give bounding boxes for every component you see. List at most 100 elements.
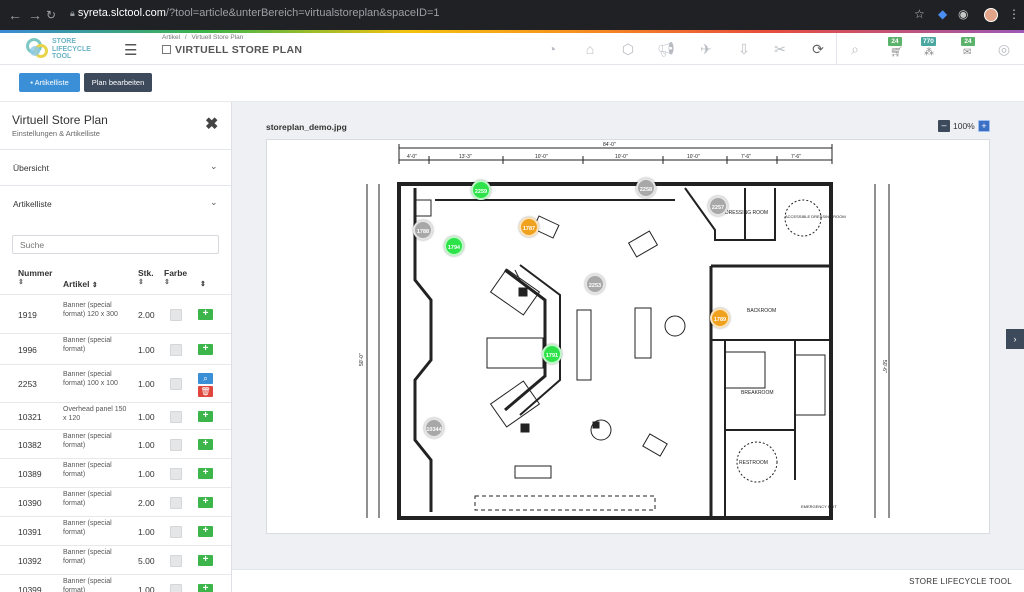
back-icon[interactable]: ←: [8, 7, 22, 23]
add-button[interactable]: +: [198, 584, 213, 592]
extension-icon[interactable]: ◉: [958, 7, 968, 21]
table-row[interactable]: 10391 Banner (special format) 1.00 +: [0, 516, 231, 545]
add-button[interactable]: +: [198, 497, 213, 508]
expand-panel-button[interactable]: ›: [1006, 329, 1024, 349]
bookmark-star-icon[interactable]: ☆: [914, 7, 925, 21]
row-color-swatch[interactable]: [170, 309, 182, 321]
profile-avatar[interactable]: [984, 8, 998, 22]
address-bar[interactable]: 🔒︎ syreta.slctool.com/?tool=article&unte…: [70, 7, 440, 19]
row-color-swatch[interactable]: [170, 526, 182, 538]
url-path: /?tool=article&unterBereich=virtualstore…: [165, 7, 440, 19]
plan-marker[interactable]: 2253: [585, 274, 605, 294]
row-color-swatch[interactable]: [170, 468, 182, 480]
row-color-swatch[interactable]: [170, 439, 182, 451]
table-row[interactable]: 10389 Banner (special format) 1.00 +: [0, 458, 231, 487]
reload-icon[interactable]: ↻: [46, 8, 56, 22]
add-button[interactable]: +: [198, 439, 213, 450]
add-button[interactable]: +: [198, 309, 213, 320]
sort-icon: ⇕: [138, 279, 144, 286]
breadcrumb-parent[interactable]: Artikel: [162, 34, 180, 41]
table-row[interactable]: 10321 Overhead panel 150 x 120 1.00 +: [0, 402, 231, 429]
dim-1: 4'-0": [407, 154, 417, 160]
search-input[interactable]: [12, 235, 219, 254]
add-button[interactable]: +: [198, 344, 213, 355]
table-row[interactable]: 2253 Banner (special format) 100 x 100 1.0…: [0, 364, 231, 402]
plan-marker[interactable]: 2259: [471, 180, 491, 200]
row-color-swatch[interactable]: [170, 584, 182, 592]
table-row[interactable]: 1996 Banner (special format) 1.00 +: [0, 333, 231, 364]
dashboard-icon[interactable]: ◔: [542, 39, 562, 59]
dim-right: 50'-6": [881, 360, 887, 373]
sync-icon[interactable]: ⟳: [808, 39, 828, 59]
row-number: 1919: [18, 310, 37, 320]
plan-marker[interactable]: 1789: [710, 308, 730, 328]
help-icon[interactable]: ◎: [994, 39, 1014, 59]
add-button[interactable]: +: [198, 468, 213, 479]
column-actions[interactable]: ⇕: [200, 278, 206, 290]
plan-marker[interactable]: 2257: [708, 196, 728, 216]
label-accessible-dressing: ACCESSIBLE DRESSING ROOM: [785, 214, 846, 219]
table-row[interactable]: 10392 Banner (special format) 5.00 +: [0, 545, 231, 574]
home-icon[interactable]: ⌂: [580, 39, 600, 59]
row-color-swatch[interactable]: [170, 555, 182, 567]
plan-marker[interactable]: 1791: [542, 344, 562, 364]
row-color-swatch[interactable]: [170, 411, 182, 423]
row-color-swatch[interactable]: [170, 497, 182, 509]
plan-canvas[interactable]: 84'-0" 4'-0" 13'-3" 10'-0" 10'-0" 10'-0"…: [266, 139, 990, 534]
table-row[interactable]: 10382 Banner (special format) 1.00 +: [0, 429, 231, 458]
close-icon[interactable]: ✖: [205, 114, 218, 134]
dim-left: 50'-0": [359, 353, 365, 366]
column-qty[interactable]: Stk. ⇕: [138, 268, 154, 288]
cart-badge: 24: [888, 37, 902, 46]
add-button[interactable]: +: [198, 411, 213, 422]
table-row[interactable]: 1919 Banner (special format) 120 x 300 2.0…: [0, 294, 231, 333]
table-row[interactable]: 10399 Banner (special format) 1.00 +: [0, 574, 231, 592]
accordion-overview[interactable]: Übersicht ⌄: [0, 149, 231, 185]
cart-icon[interactable]: 🛒︎: [890, 47, 903, 58]
download-icon[interactable]: ⇩: [734, 39, 754, 59]
row-color-swatch[interactable]: [170, 378, 182, 390]
plan-marker[interactable]: 1787: [519, 217, 539, 237]
network-icon[interactable]: ⁂: [924, 47, 934, 58]
delete-button[interactable]: 🗑︎: [198, 386, 213, 397]
row-article: Banner (special format): [63, 491, 112, 507]
artikelliste-button[interactable]: ▪ Artikelliste: [19, 73, 80, 92]
forward-icon[interactable]: →: [28, 7, 42, 23]
accordion-articles[interactable]: Artikelliste ⌄: [0, 185, 231, 221]
toolbar: ▪ Artikelliste Plan bearbeiten: [0, 65, 1024, 102]
box-icon[interactable]: ⬡: [618, 39, 638, 59]
add-button[interactable]: +: [198, 526, 213, 537]
hamburger-menu-icon[interactable]: ☰: [124, 41, 137, 59]
plan-marker[interactable]: 1788: [413, 220, 433, 240]
footer-text: STORE LIFECYCLE TOOL: [909, 577, 1012, 586]
dim-4: 10'-0": [615, 154, 628, 160]
column-article[interactable]: Artikel ⇕: [63, 279, 98, 291]
label-restroom: RESTROOM: [739, 460, 768, 466]
plan-marker[interactable]: 2258: [636, 178, 656, 198]
mail-icon[interactable]: ✉: [963, 47, 971, 58]
menu-dots-icon[interactable]: ⋮: [1008, 7, 1020, 21]
dim-7: 7'-6": [741, 154, 751, 160]
row-color-swatch[interactable]: [170, 344, 182, 356]
row-qty: 5.00: [138, 556, 155, 566]
row-qty: 1.00: [138, 527, 155, 537]
locate-button[interactable]: ⌕: [198, 373, 213, 384]
app-header: STORE LIFECYCLE TOOL ☰ Artikel / Virtuel…: [0, 33, 1024, 65]
search-icon[interactable]: ⌕: [845, 39, 865, 59]
breadcrumb: Artikel / Virtuell Store Plan: [162, 34, 243, 41]
column-color[interactable]: Farbe ⇕: [164, 268, 187, 288]
megaphone-icon[interactable]: 📢︎: [656, 39, 676, 59]
plan-bearbeiten-button[interactable]: Plan bearbeiten: [84, 73, 152, 92]
add-button[interactable]: +: [198, 555, 213, 566]
zoom-out-button[interactable]: –: [938, 120, 950, 132]
plane-icon[interactable]: ✈: [696, 39, 716, 59]
plan-marker[interactable]: 1794: [444, 236, 464, 256]
dropbox-icon[interactable]: ◆: [938, 7, 947, 21]
zoom-in-button[interactable]: +: [978, 120, 990, 132]
column-number[interactable]: Nummer ⇕: [18, 268, 52, 288]
plan-marker[interactable]: 10344: [424, 418, 444, 438]
app-logo[interactable]: STORE LIFECYCLE TOOL: [26, 36, 106, 62]
tools-icon[interactable]: ✂: [770, 39, 790, 59]
table-row[interactable]: 10390 Banner (special format) 2.00 +: [0, 487, 231, 516]
row-article: Banner (special format): [63, 462, 112, 478]
